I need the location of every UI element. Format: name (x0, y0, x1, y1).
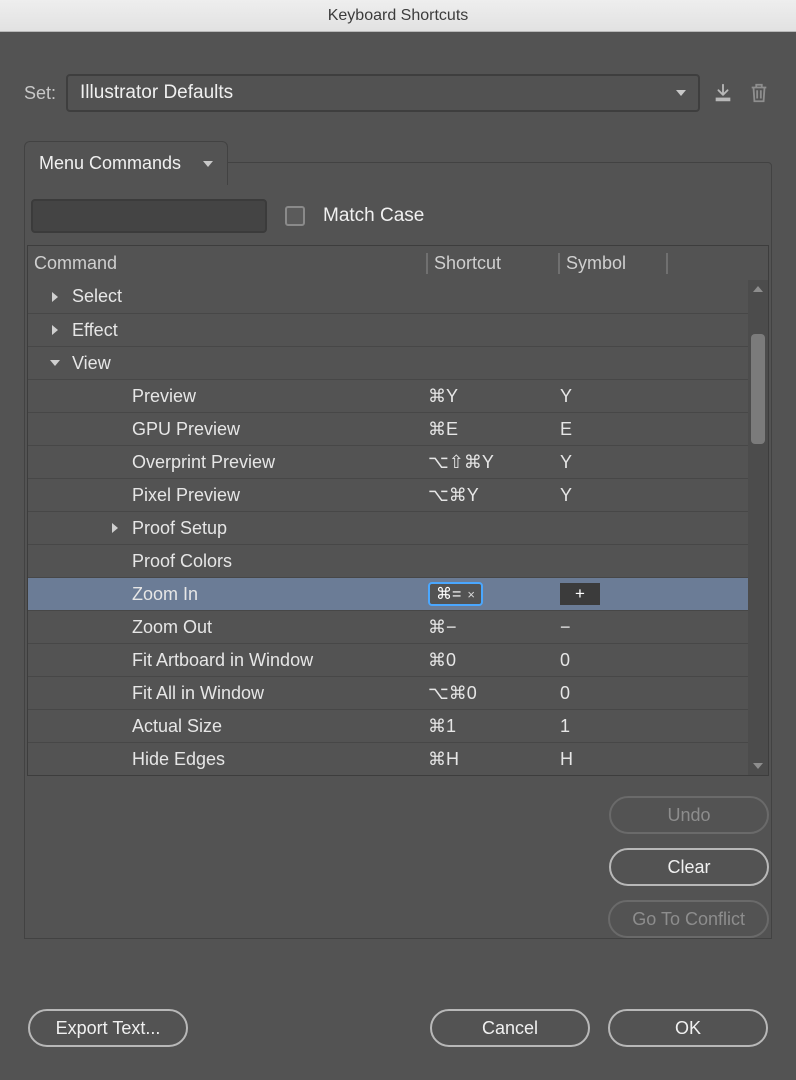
row-label: Zoom In (132, 584, 198, 605)
table-row[interactable]: Fit All in Window ⌥⌘00 (28, 676, 748, 709)
chevron-right-icon (112, 523, 118, 533)
chevron-up-icon (753, 286, 763, 292)
table-row[interactable]: Zoom Out ⌘−− (28, 610, 748, 643)
row-shortcut[interactable]: ⌘H (428, 749, 560, 770)
table-row[interactable]: Actual Size ⌘11 (28, 709, 748, 742)
row-symbol[interactable]: Y (560, 386, 748, 407)
row-label: Proof Setup (132, 518, 227, 539)
chevron-right-icon (52, 325, 58, 335)
col-command[interactable]: Command (28, 253, 428, 274)
set-select[interactable]: Illustrator Defaults (66, 74, 700, 112)
category-value: Menu Commands (39, 153, 181, 174)
row-shortcut[interactable]: ⌘1 (428, 716, 560, 737)
chevron-down-icon (676, 90, 686, 96)
row-shortcut[interactable]: ⌘0 (428, 650, 560, 671)
match-case-checkbox[interactable] (285, 206, 305, 226)
row-symbol[interactable]: E (560, 419, 748, 440)
table-group-row[interactable]: Proof Setup (28, 511, 748, 544)
row-symbol[interactable]: H (560, 749, 748, 770)
row-label: View (72, 353, 111, 374)
col-shortcut[interactable]: Shortcut (428, 253, 560, 274)
set-label: Set: (24, 83, 56, 104)
table-row[interactable]: Proof Colors (28, 544, 748, 577)
table-row[interactable]: GPU Preview ⌘EE (28, 412, 748, 445)
disclosure-toggle (48, 292, 62, 302)
table-row[interactable]: Fit Artboard in Window ⌘00 (28, 643, 748, 676)
undo-button: Undo (609, 796, 769, 834)
scroll-thumb[interactable] (751, 334, 765, 444)
row-label: Overprint Preview (132, 452, 275, 473)
table-group-row[interactable]: Effect (28, 313, 748, 346)
row-symbol[interactable]: 0 (560, 650, 748, 671)
row-label: Effect (72, 320, 118, 341)
table-header: Command Shortcut Symbol (28, 246, 768, 280)
table-row[interactable]: Overprint Preview ⌥⇧⌘YY (28, 445, 748, 478)
chevron-down-icon (753, 763, 763, 769)
symbol-edit-field[interactable]: + (560, 583, 600, 605)
category-select[interactable]: Menu Commands (24, 141, 228, 185)
row-shortcut[interactable]: ⌥⇧⌘Y (428, 452, 560, 473)
table-row[interactable]: Pixel Preview ⌥⌘YY (28, 478, 748, 511)
row-shortcut[interactable]: ⌥⌘0 (428, 683, 560, 704)
row-symbol[interactable]: + (560, 583, 748, 605)
shortcuts-panel: Menu Commands Match Case Command Shortcu… (24, 162, 772, 939)
row-label: Actual Size (132, 716, 222, 737)
trash-icon (748, 82, 770, 104)
search-input[interactable] (31, 199, 267, 233)
ok-button[interactable]: OK (608, 1009, 768, 1047)
table-row[interactable]: Preview ⌘YY (28, 379, 748, 412)
row-shortcut[interactable]: ⌥⌘Y (428, 485, 560, 506)
row-label: Proof Colors (132, 551, 232, 572)
set-select-value: Illustrator Defaults (80, 82, 233, 104)
window-titlebar: Keyboard Shortcuts (0, 0, 796, 32)
save-download-icon (712, 82, 734, 104)
cancel-button[interactable]: Cancel (430, 1009, 590, 1047)
chevron-down-icon (50, 360, 60, 366)
disclosure-toggle (108, 523, 122, 533)
scroll-down-button[interactable] (748, 759, 768, 773)
goto-conflict-button: Go To Conflict (608, 900, 769, 938)
table-group-row[interactable]: View (28, 346, 748, 379)
search-field[interactable] (51, 207, 258, 225)
scroll-up-button[interactable] (748, 282, 768, 296)
row-label: Pixel Preview (132, 485, 240, 506)
row-label: Select (72, 286, 122, 307)
row-shortcut[interactable]: ⌘− (428, 617, 560, 638)
table-scrollbar[interactable] (748, 280, 768, 775)
window-title: Keyboard Shortcuts (328, 7, 469, 25)
chevron-down-icon (203, 161, 213, 167)
shortcuts-table: Command Shortcut Symbol Select Effect View… (27, 245, 769, 776)
save-set-button[interactable] (710, 80, 736, 106)
row-symbol[interactable]: − (560, 617, 748, 638)
row-shortcut[interactable]: ⌘Y (428, 386, 560, 407)
table-group-row[interactable]: Select (28, 280, 748, 313)
clear-button[interactable]: Clear (609, 848, 769, 886)
row-label: GPU Preview (132, 419, 240, 440)
delete-set-button[interactable] (746, 80, 772, 106)
disclosure-toggle (48, 360, 62, 366)
row-symbol[interactable]: 0 (560, 683, 748, 704)
export-text-button[interactable]: Export Text... (28, 1009, 188, 1047)
row-label: Preview (132, 386, 196, 407)
row-shortcut[interactable]: ⌘E (428, 419, 560, 440)
table-row[interactable]: Hide Edges ⌘HH (28, 742, 748, 775)
chevron-right-icon (52, 292, 58, 302)
table-row[interactable]: Zoom In ⌘=× + (28, 577, 748, 610)
row-symbol[interactable]: 1 (560, 716, 748, 737)
row-symbol[interactable]: Y (560, 452, 748, 473)
row-label: Hide Edges (132, 749, 225, 770)
row-label: Zoom Out (132, 617, 212, 638)
col-symbol[interactable]: Symbol (560, 253, 668, 274)
row-shortcut[interactable]: ⌘=× (428, 582, 560, 606)
row-label: Fit All in Window (132, 683, 264, 704)
match-case-label: Match Case (323, 205, 424, 227)
clear-shortcut-icon[interactable]: × (467, 587, 475, 602)
row-symbol[interactable]: Y (560, 485, 748, 506)
shortcut-edit-field[interactable]: ⌘=× (428, 582, 483, 606)
disclosure-toggle (48, 325, 62, 335)
row-label: Fit Artboard in Window (132, 650, 313, 671)
